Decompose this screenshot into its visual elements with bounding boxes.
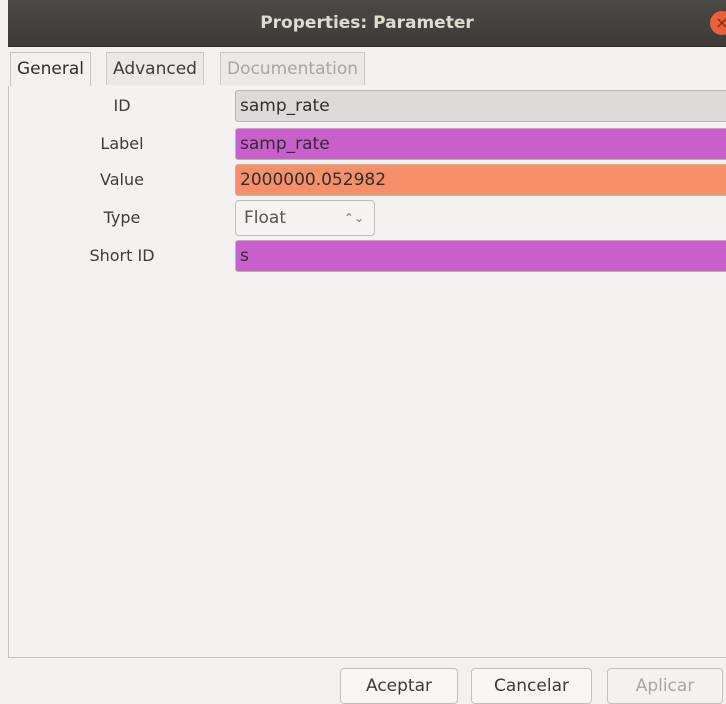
cancel-button[interactable]: Cancelar xyxy=(471,668,592,704)
id-row: ID samp_rate xyxy=(9,90,726,122)
tab-general[interactable]: General xyxy=(10,52,91,87)
value-row: Value 2000000.052982 xyxy=(9,164,726,196)
title-bar: Properties: Parameter × xyxy=(8,0,726,47)
window-title: Properties: Parameter xyxy=(260,13,474,33)
apply-button: Aplicar xyxy=(607,668,723,704)
short-id-label: Short ID xyxy=(89,246,155,265)
general-panel: ID samp_rate Label samp_rate Value 20000… xyxy=(8,86,726,658)
type-select[interactable]: Float ⌃⌄ xyxy=(235,200,375,236)
tab-advanced[interactable]: Advanced xyxy=(106,52,204,85)
id-label: ID xyxy=(113,96,131,115)
label-label: Label xyxy=(100,134,144,153)
tab-documentation: Documentation xyxy=(220,52,366,85)
type-row: Type Float ⌃⌄ xyxy=(9,200,726,236)
spinner-icon: ⌃⌄ xyxy=(343,211,364,225)
value-field[interactable]: 2000000.052982 xyxy=(235,164,726,196)
tab-bar: General Advanced Documentation xyxy=(8,46,726,87)
short-id-field[interactable]: s xyxy=(235,240,726,272)
type-select-value: Float xyxy=(244,208,286,228)
id-field[interactable]: samp_rate xyxy=(235,90,726,122)
ok-button[interactable]: Aceptar xyxy=(340,668,458,704)
label-row: Label samp_rate xyxy=(9,128,726,160)
type-label: Type xyxy=(103,208,141,227)
label-field[interactable]: samp_rate xyxy=(235,128,726,160)
short-id-row: Short ID s xyxy=(9,240,726,272)
value-label: Value xyxy=(100,170,144,189)
